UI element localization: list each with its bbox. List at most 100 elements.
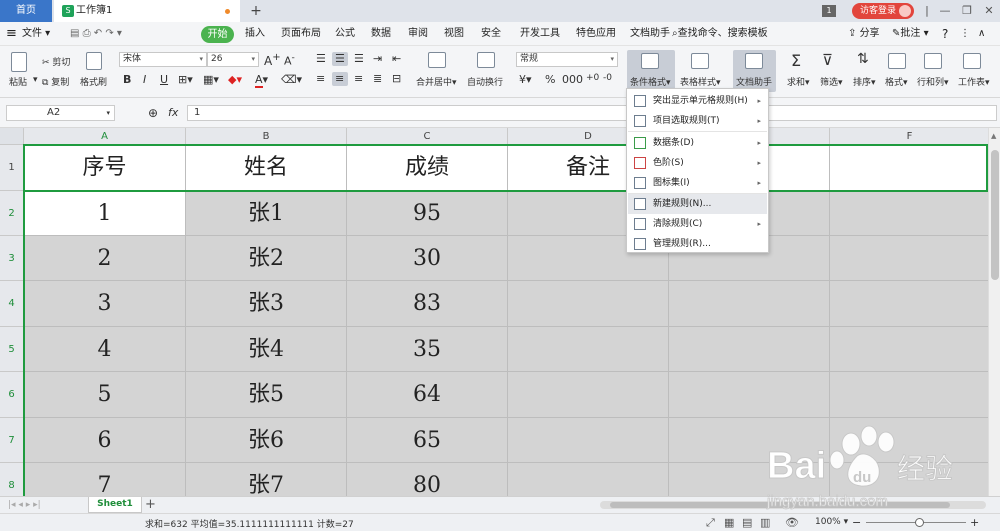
format-painter-button[interactable]: 格式刷 <box>80 75 107 88</box>
percent-button[interactable]: % <box>545 73 555 86</box>
column-header-c[interactable]: C <box>347 128 508 145</box>
menu-review[interactable]: 审阅 <box>408 22 428 46</box>
menu-item-color-scales[interactable]: 色阶(S) ▸ <box>628 153 767 173</box>
data-cell-note[interactable] <box>508 463 669 496</box>
menu-developer[interactable]: 开发工具 <box>520 22 560 46</box>
data-cell-index[interactable]: 7 <box>24 463 186 496</box>
decrease-font-icon[interactable]: A- <box>284 52 295 68</box>
menu-formula[interactable]: 公式 <box>335 22 355 46</box>
data-cell-note[interactable] <box>508 372 669 418</box>
menu-doc-assistant[interactable]: 文档助手 <box>630 22 670 46</box>
doc-assistant-button[interactable]: 文档助手 <box>736 75 772 88</box>
worksheet-button[interactable]: 工作表▾ <box>958 75 990 88</box>
restore-button[interactable]: ❐ <box>958 2 976 20</box>
zoom-out-button[interactable]: − <box>852 516 861 529</box>
data-cell-index[interactable]: 2 <box>24 236 186 281</box>
data-cell-empty[interactable] <box>669 281 830 327</box>
fx-button[interactable]: fx <box>168 106 178 119</box>
data-cell-note[interactable] <box>508 327 669 372</box>
data-cell-score[interactable]: 64 <box>347 372 508 418</box>
outdent-icon[interactable]: ⇤ <box>392 52 401 65</box>
column-header-b[interactable]: B <box>186 128 347 145</box>
row-header-6[interactable]: 6 <box>0 372 24 418</box>
data-cell-name[interactable]: 张6 <box>186 418 347 463</box>
data-cell-note[interactable] <box>508 418 669 463</box>
menu-view[interactable]: 视图 <box>444 22 464 46</box>
menu-start[interactable]: 开始 <box>201 26 234 43</box>
paste-dropdown-icon[interactable]: ▾ <box>33 75 38 85</box>
hamburger-icon[interactable]: ≡ <box>6 22 20 46</box>
data-cell-empty[interactable] <box>830 191 988 236</box>
indent-icon[interactable]: ⇥ <box>373 52 382 65</box>
header-cell-empty[interactable] <box>830 145 988 191</box>
data-cell-score[interactable]: 30 <box>347 236 508 281</box>
data-cell-score[interactable]: 83 <box>347 281 508 327</box>
increase-decimal-icon[interactable]: +0 <box>586 73 599 83</box>
data-cell-score[interactable]: 65 <box>347 418 508 463</box>
filter-icon[interactable]: ⊽ <box>822 51 833 69</box>
merge-center-icon[interactable] <box>428 52 446 68</box>
data-cell-index[interactable]: 1 <box>24 191 186 236</box>
menu-data[interactable]: 数据 <box>371 22 391 46</box>
eraser-icon[interactable]: ⌫▾ <box>281 73 302 86</box>
border-icon[interactable]: ⊞▾ <box>178 73 193 86</box>
sum-button[interactable]: 求和▾ <box>787 75 810 88</box>
name-box[interactable]: A2 ▾ <box>6 105 115 121</box>
doc-assistant-icon[interactable] <box>745 53 763 69</box>
help-button[interactable]: ? <box>942 22 948 46</box>
menu-security[interactable]: 安全 <box>481 22 501 46</box>
menu-item-data-bars[interactable]: 数据条(D) ▸ <box>628 133 767 153</box>
data-cell-index[interactable]: 6 <box>24 418 186 463</box>
align-right-icon[interactable]: ≡ <box>354 72 363 85</box>
menu-item-top-bottom-rules[interactable]: 项目选取规则(T) ▸ <box>628 111 767 131</box>
wrap-text-icon[interactable] <box>477 52 495 68</box>
data-cell-score[interactable]: 95 <box>347 191 508 236</box>
page-break-view-icon[interactable]: ▥ <box>760 516 770 529</box>
row-col-button[interactable]: 行和列▾ <box>917 75 949 88</box>
row-header-4[interactable]: 4 <box>0 281 24 327</box>
row-col-icon[interactable] <box>924 53 942 69</box>
row-header-2[interactable]: 2 <box>0 191 24 236</box>
table-style-button[interactable]: 表格样式▾ <box>680 75 721 88</box>
zoom-in-button[interactable]: + <box>970 516 979 529</box>
sort-button[interactable]: 排序▾ <box>853 75 876 88</box>
tab-home[interactable]: 首页 <box>0 0 52 22</box>
table-style-icon[interactable] <box>691 53 709 69</box>
column-header-f[interactable]: F <box>830 128 988 145</box>
menu-item-manage-rules[interactable]: 管理规则(R)... <box>628 234 767 254</box>
data-cell-empty[interactable] <box>830 281 988 327</box>
underline-button[interactable]: U <box>160 73 168 86</box>
bold-button[interactable]: B <box>123 73 131 86</box>
italic-button[interactable]: I <box>143 73 146 86</box>
login-button[interactable]: 访客登录 <box>852 3 914 19</box>
menu-item-icon-sets[interactable]: 图标集(I) ▸ <box>628 173 767 193</box>
thousands-separator-button[interactable]: 000 <box>562 73 583 86</box>
column-header-a[interactable]: A <box>24 128 186 145</box>
data-cell-name[interactable]: 张5 <box>186 372 347 418</box>
data-cell-score[interactable]: 35 <box>347 327 508 372</box>
data-cell-name[interactable]: 张7 <box>186 463 347 496</box>
font-color-icon[interactable]: A▾ <box>255 73 268 88</box>
fill-color-icon[interactable]: ◆▾ <box>228 73 242 86</box>
paste-button[interactable]: 粘贴 <box>9 75 27 88</box>
quick-access-icons[interactable]: ▤ ⎙ ↶ ↷ ▾ <box>70 22 122 46</box>
share-button[interactable]: ⇪ 分享 <box>848 22 880 46</box>
row-header-8[interactable]: 8 <box>0 463 24 496</box>
menu-item-clear-rules[interactable]: 清除规则(C) ▸ <box>628 214 767 234</box>
row-header-3[interactable]: 3 <box>0 236 24 281</box>
merge-center-button[interactable]: 合并居中▾ <box>416 75 457 88</box>
horizontal-scroll-thumb[interactable] <box>610 502 950 508</box>
zoom-search-icon[interactable]: ⊕ <box>148 106 158 120</box>
add-sheet-button[interactable]: + <box>145 497 156 512</box>
data-cell-empty[interactable] <box>830 327 988 372</box>
font-name-select[interactable]: 宋体 ▾ <box>119 52 207 67</box>
justify-icon[interactable]: ≣ <box>373 72 382 85</box>
scroll-up-icon[interactable]: ▲ <box>991 132 996 140</box>
worksheet-icon[interactable] <box>963 53 981 69</box>
cut-button[interactable]: ✂ 剪切 <box>42 55 70 68</box>
vertical-scrollbar[interactable]: ▲ <box>988 128 1000 496</box>
row-header-5[interactable]: 5 <box>0 327 24 372</box>
data-cell-empty[interactable] <box>830 236 988 281</box>
formula-input[interactable]: 1 <box>187 105 997 121</box>
normal-view-icon[interactable]: ▦ <box>724 516 734 529</box>
